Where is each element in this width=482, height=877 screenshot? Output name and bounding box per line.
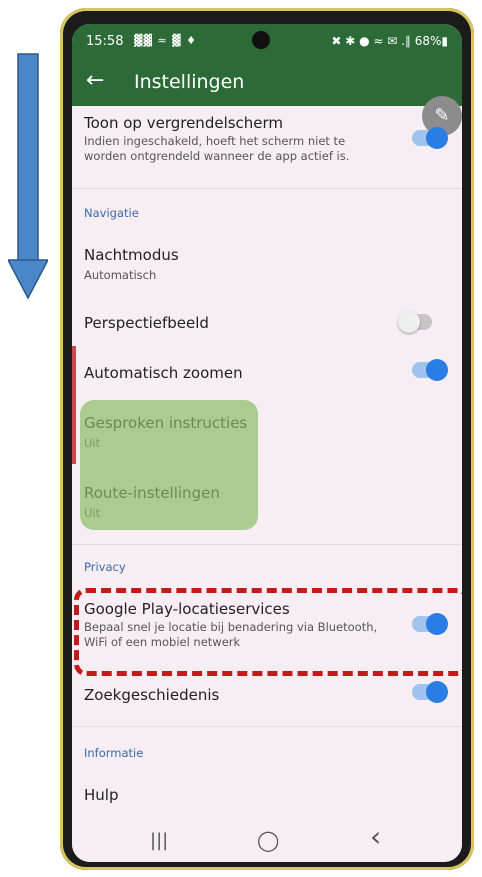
setting-title: Zoekgeschiedenis [84, 686, 220, 704]
setting-title: Nachtmodus [84, 246, 179, 264]
page-title: Instellingen [134, 71, 245, 93]
setting-subtitle: Uit [84, 436, 101, 450]
system-nav-bar: ||| ◯ ‹ [72, 820, 462, 862]
setting-subtitle: Automatisch [84, 268, 157, 282]
setting-title: Gesproken instructies [84, 414, 248, 432]
down-arrow-icon [6, 52, 50, 302]
notification-icons: ▓▓ ≈ ▓ ♦ [134, 34, 197, 47]
scroll-edge-indicator [72, 346, 76, 464]
lock-screen-toggle[interactable] [412, 127, 448, 149]
setting-subtitle: Bepaal snel je locatie bij benadering vi… [84, 620, 378, 649]
setting-title: Google Play-locatieservices [84, 600, 290, 618]
auto-zoom-toggle[interactable] [412, 359, 448, 381]
setting-title: Perspectiefbeeld [84, 314, 209, 332]
section-header-information: Informatie [84, 746, 144, 760]
section-header-privacy: Privacy [84, 560, 126, 574]
system-status-icons: ✖ ✱ ● ≈ ✉ .∥ 68%▮ [331, 34, 448, 48]
camera-cutout [252, 31, 270, 49]
setting-title: Toon op vergrendelscherm [84, 114, 284, 132]
setting-title: Automatisch zoomen [84, 364, 243, 382]
setting-subtitle: Indien ingeschakeld, hoeft het scherm ni… [84, 134, 350, 163]
home-icon[interactable]: ◯ [257, 828, 279, 852]
search-history-toggle[interactable] [412, 681, 448, 703]
app-bar: ← Instellingen [72, 60, 462, 106]
section-header-navigation: Navigatie [84, 206, 139, 220]
perspective-toggle[interactable] [398, 311, 432, 333]
back-icon[interactable]: ‹ [370, 820, 381, 853]
location-services-toggle[interactable] [412, 613, 448, 635]
setting-subtitle: Uit [84, 506, 101, 520]
recent-apps-icon[interactable]: ||| [150, 830, 168, 851]
status-time: 15:58 [86, 34, 124, 49]
setting-title: Hulp [84, 786, 119, 804]
setting-title: Route-instellingen [84, 484, 220, 502]
settings-screen: 15:58 ▓▓ ≈ ▓ ♦ ✖ ✱ ● ≈ ✉ .∥ 68%▮ ← Inste… [72, 24, 462, 862]
back-arrow-icon[interactable]: ← [86, 68, 104, 93]
status-bar: 15:58 ▓▓ ≈ ▓ ♦ ✖ ✱ ● ≈ ✉ .∥ 68%▮ [72, 24, 462, 60]
